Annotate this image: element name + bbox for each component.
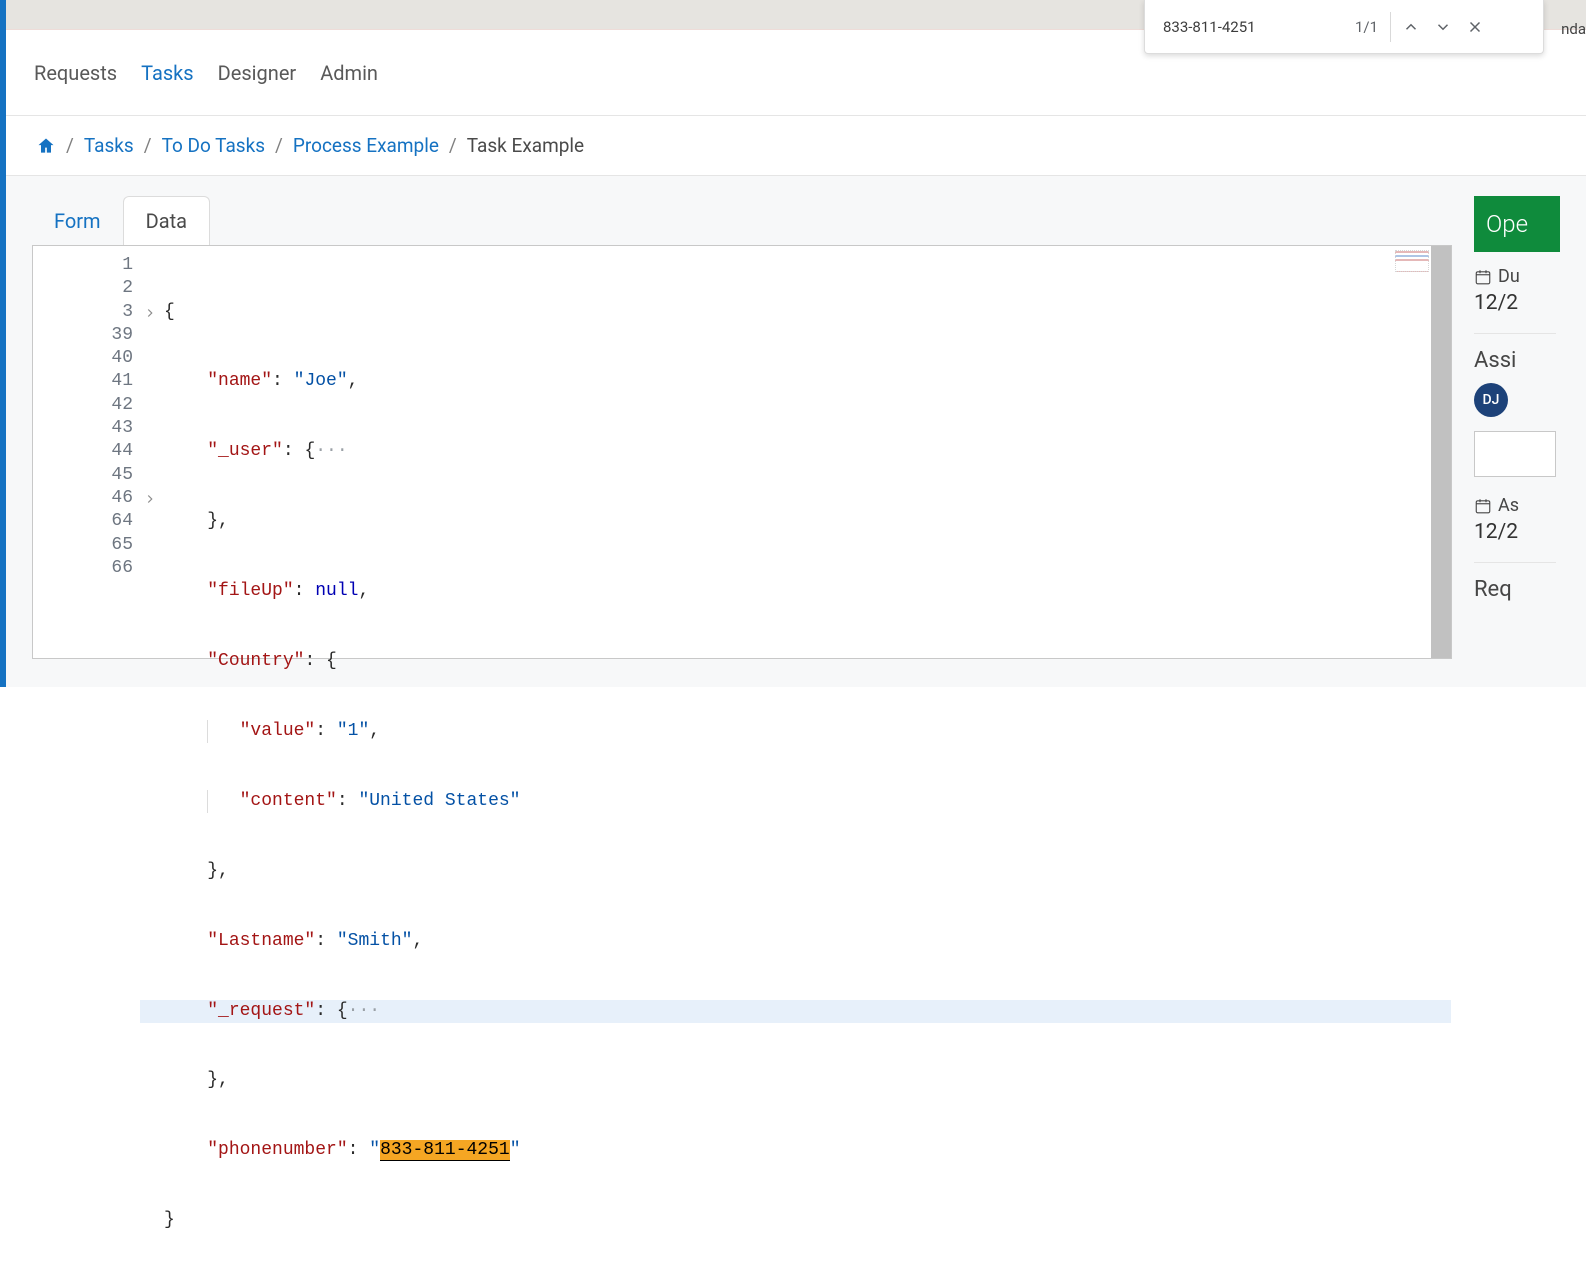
due-value: 12/2	[1474, 291, 1556, 315]
line-number: 46	[33, 487, 139, 510]
search-match: 833-811-4251	[380, 1140, 510, 1161]
status-badge: Ope	[1474, 196, 1560, 252]
find-in-page-bar: 833-811-4251 1/1	[1144, 0, 1544, 54]
breadcrumb-todo[interactable]: To Do Tasks	[162, 134, 265, 157]
find-next-button[interactable]	[1427, 11, 1459, 43]
breadcrumb-sep: /	[66, 134, 74, 157]
nav-admin[interactable]: Admin	[320, 61, 378, 85]
line-number: 43	[33, 417, 139, 440]
avatar[interactable]: DJ	[1474, 383, 1508, 417]
tab-form[interactable]: Form	[32, 197, 123, 245]
breadcrumb-sep: /	[144, 134, 152, 157]
code-row: "Country": {	[164, 650, 1451, 673]
calendar-icon	[1474, 268, 1492, 286]
breadcrumb-current: Task Example	[467, 134, 584, 157]
editor-code[interactable]: { "name": "Joe", "_user": {··· }, "fileU…	[139, 246, 1451, 658]
page-hint: nda	[1561, 20, 1586, 38]
line-number: 42	[33, 394, 139, 417]
find-separator	[1390, 12, 1391, 42]
code-row: "phonenumber": "833-811-4251"	[164, 1139, 1451, 1162]
breadcrumb-tasks[interactable]: Tasks	[84, 134, 134, 157]
line-number: 65	[33, 534, 139, 557]
line-number: 45	[33, 464, 139, 487]
code-row: "fileUp": null,	[164, 580, 1451, 603]
editor-gutter: 1233940414243444546646566	[33, 246, 139, 658]
code-row-folded: "_user": {···	[164, 440, 1451, 463]
line-number: 3	[33, 301, 139, 324]
tab-data[interactable]: Data	[123, 196, 210, 245]
due-label: Du	[1474, 266, 1556, 287]
line-number: 2	[33, 277, 139, 300]
find-query[interactable]: 833-811-4251	[1163, 18, 1355, 36]
nav-tasks[interactable]: Tasks	[141, 61, 194, 85]
line-number: 41	[33, 370, 139, 393]
content-area: Form Data 1233940414243444546646566 { "n…	[6, 176, 1586, 687]
side-panel: Ope Du 12/2 Assi DJ As 12/2 Req	[1474, 196, 1560, 667]
editor-minimap[interactable]	[1395, 250, 1429, 272]
close-icon	[1466, 18, 1484, 36]
request-label: Req	[1474, 577, 1556, 602]
assigned-date-value: 12/2	[1474, 520, 1556, 544]
nav-designer[interactable]: Designer	[218, 61, 297, 85]
code-row: "name": "Joe",	[164, 370, 1451, 393]
code-row: },	[164, 860, 1451, 883]
breadcrumb-home[interactable]	[36, 136, 56, 156]
assigned-label: Assi	[1474, 348, 1556, 373]
code-row: },	[164, 510, 1451, 533]
chevron-down-icon	[1434, 18, 1452, 36]
editor-scrollbar[interactable]	[1431, 246, 1451, 658]
breadcrumb-sep: /	[275, 134, 283, 157]
line-number: 1	[33, 254, 139, 277]
code-row: "Lastname": "Smith",	[164, 930, 1451, 953]
main-panel: Form Data 1233940414243444546646566 { "n…	[32, 196, 1452, 667]
json-editor[interactable]: 1233940414243444546646566 { "name": "Joe…	[32, 245, 1452, 659]
code-row: "content": "United States"	[164, 790, 1451, 813]
find-prev-button[interactable]	[1395, 11, 1427, 43]
assigned-date-label: As	[1474, 495, 1556, 516]
nav-requests[interactable]: Requests	[34, 61, 117, 85]
code-row: {	[164, 301, 1451, 324]
find-close-button[interactable]	[1459, 11, 1491, 43]
line-number: 66	[33, 557, 139, 580]
chevron-up-icon	[1402, 18, 1420, 36]
line-number: 44	[33, 440, 139, 463]
line-number: 39	[33, 324, 139, 347]
tabs: Form Data	[32, 196, 1452, 245]
breadcrumb-process[interactable]: Process Example	[293, 134, 439, 157]
code-row-folded: "_request": {···	[164, 1000, 1451, 1023]
line-number: 64	[33, 510, 139, 533]
code-row: }	[164, 1209, 1451, 1232]
find-count: 1/1	[1355, 18, 1378, 36]
calendar-icon	[1474, 497, 1492, 515]
home-icon	[36, 136, 56, 156]
code-row: "value": "1",	[164, 720, 1451, 743]
code-row: },	[164, 1069, 1451, 1092]
line-number: 40	[33, 347, 139, 370]
breadcrumb-sep: /	[449, 134, 457, 157]
breadcrumb: / Tasks / To Do Tasks / Process Example …	[6, 116, 1586, 176]
side-input[interactable]	[1474, 431, 1556, 477]
